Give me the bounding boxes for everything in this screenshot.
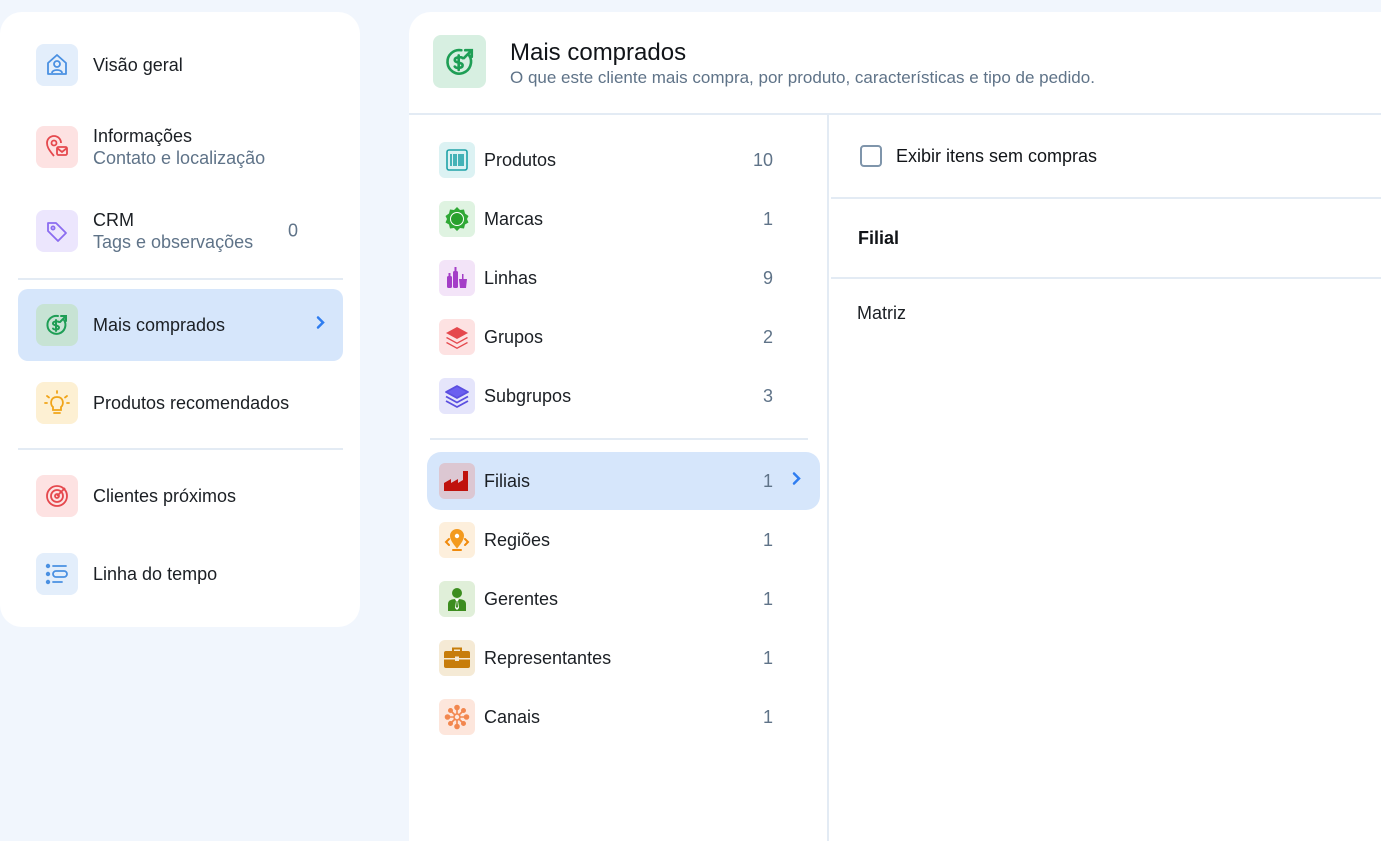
- dollar-trend-icon: [36, 304, 78, 346]
- show-empty-option[interactable]: Exibir itens sem compras: [831, 115, 1381, 199]
- bottles-icon: [439, 260, 475, 296]
- nav-item-mais-comprados[interactable]: Mais comprados: [18, 289, 343, 361]
- nav-sublabel: Contato e localização: [93, 148, 266, 168]
- show-empty-checkbox[interactable]: [860, 145, 882, 167]
- nav-item-linha-do-tempo[interactable]: Linha do tempo: [18, 551, 343, 597]
- category-item-filiais[interactable]: Filiais 1: [427, 452, 820, 510]
- category-count: 2: [762, 326, 773, 347]
- category-label: Representantes: [484, 647, 612, 668]
- region-pin-icon: [439, 522, 475, 558]
- main-header: Mais comprados O que este cliente mais c…: [409, 12, 1381, 115]
- category-item-canais[interactable]: Canais 1: [427, 688, 820, 746]
- nav-label: Linha do tempo: [93, 564, 218, 584]
- table-row[interactable]: Matriz: [831, 279, 1381, 347]
- category-count: 3: [762, 385, 773, 406]
- user-home-icon: [36, 44, 78, 86]
- category-item-gerentes[interactable]: Gerentes 1: [427, 570, 820, 628]
- category-count: 1: [762, 470, 773, 491]
- column-header-filial[interactable]: Filial: [858, 228, 899, 249]
- location-mail-icon: [36, 126, 78, 168]
- category-count: 1: [762, 529, 773, 550]
- nav-label: CRM: [93, 210, 134, 230]
- category-label: Grupos: [484, 326, 544, 347]
- target-icon: [36, 475, 78, 517]
- page-title: Mais comprados: [510, 39, 687, 66]
- category-count: 10: [752, 149, 773, 170]
- category-item-grupos[interactable]: Grupos 2: [427, 308, 820, 366]
- sidebar-divider: [18, 278, 343, 280]
- category-label: Filiais: [484, 470, 531, 491]
- nav-item-clientes-proximos[interactable]: Clientes próximos: [18, 473, 343, 519]
- nav-label: Produtos recomendados: [93, 393, 290, 413]
- category-item-regioes[interactable]: Regiões 1: [427, 511, 820, 569]
- sidebar: Visão geral Informações Contato e locali…: [0, 12, 360, 627]
- dollar-trend-icon: [433, 35, 486, 88]
- nav-label: Clientes próximos: [93, 486, 237, 506]
- category-count: 1: [762, 588, 773, 609]
- category-label: Produtos: [484, 149, 557, 170]
- category-count: 1: [762, 647, 773, 668]
- category-label: Regiões: [484, 529, 551, 550]
- category-item-linhas[interactable]: Linhas 9: [427, 249, 820, 307]
- list-divider: [430, 438, 808, 440]
- category-item-representantes[interactable]: Representantes 1: [427, 629, 820, 687]
- category-count: 1: [762, 706, 773, 727]
- category-label: Linhas: [484, 267, 538, 288]
- nav-sublabel: Tags e observações: [93, 232, 254, 252]
- category-label: Subgrupos: [484, 385, 572, 406]
- briefcase-icon: [439, 640, 475, 676]
- category-label: Marcas: [484, 208, 544, 229]
- nav-item-informacoes[interactable]: Informações Contato e localização: [18, 122, 343, 172]
- page-subtitle: O que este cliente mais compra, por prod…: [510, 68, 1095, 87]
- table-cell: Matriz: [857, 302, 906, 323]
- network-icon: [439, 699, 475, 735]
- nav-label: Visão geral: [93, 55, 183, 75]
- nav-item-visao-geral[interactable]: Visão geral: [18, 42, 343, 88]
- detail-panel: Exibir itens sem compras Filial Matriz: [831, 115, 1381, 841]
- nav-item-produtos-recomendados[interactable]: Produtos recomendados: [18, 380, 343, 426]
- nav-item-crm[interactable]: CRM Tags e observações 0: [18, 206, 343, 256]
- lightbulb-icon: [36, 382, 78, 424]
- category-list: Produtos 10 Marcas 1 Linhas 9 Grupos 2 S…: [409, 115, 829, 841]
- category-count: 1: [762, 208, 773, 229]
- crm-count: 0: [287, 220, 298, 241]
- stack-icon: [439, 378, 475, 414]
- tag-icon: [36, 210, 78, 252]
- layers-icon: [439, 319, 475, 355]
- category-item-marcas[interactable]: Marcas 1: [427, 190, 820, 248]
- category-label: Canais: [484, 706, 541, 727]
- sidebar-divider: [18, 448, 343, 450]
- nav-label: Mais comprados: [93, 315, 226, 335]
- main-panel: Mais comprados O que este cliente mais c…: [409, 12, 1381, 841]
- nav-label: Informações: [93, 126, 193, 146]
- show-empty-label: Exibir itens sem compras: [896, 145, 1098, 166]
- badge-icon: [439, 201, 475, 237]
- timeline-icon: [36, 553, 78, 595]
- table-header: Filial: [831, 199, 1381, 279]
- chevron-right-icon: [315, 316, 327, 335]
- manager-icon: [439, 581, 475, 617]
- category-item-subgrupos[interactable]: Subgrupos 3: [427, 367, 820, 425]
- category-item-produtos[interactable]: Produtos 10: [427, 131, 820, 189]
- category-count: 9: [762, 267, 773, 288]
- category-label: Gerentes: [484, 588, 559, 609]
- factory-icon: [439, 463, 475, 499]
- chevron-right-icon: [791, 472, 803, 491]
- barcode-icon: [439, 142, 475, 178]
